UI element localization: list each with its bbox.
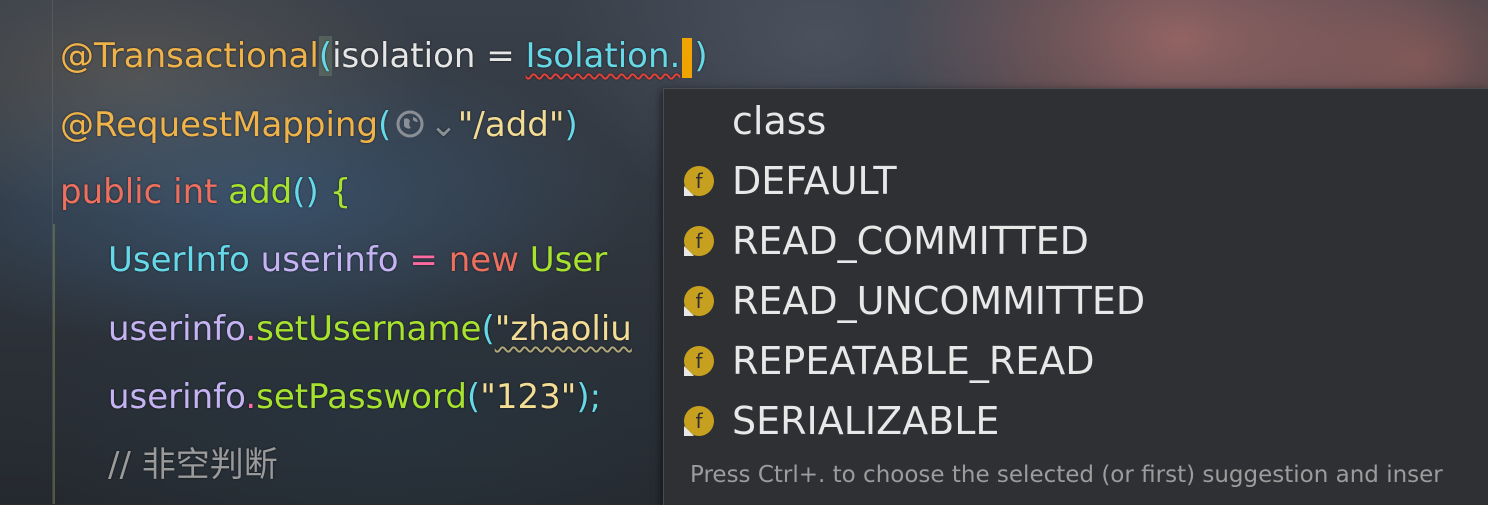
dot-token: . — [245, 377, 257, 417]
svg-text:f: f — [695, 169, 703, 193]
type-token: User — [518, 240, 608, 280]
completion-item[interactable]: f DEFAULT — [664, 151, 1488, 211]
variable-token: userinfo — [108, 309, 246, 349]
completion-item-label: SERIALIZABLE — [732, 399, 1000, 443]
method-name-token: setUsername — [256, 309, 482, 349]
svg-text:f: f — [695, 409, 703, 433]
svg-text:f: f — [695, 229, 703, 253]
code-line-1[interactable]: @Transactional(isolation = Isolation.) — [60, 30, 708, 82]
annotation-token: @Transactional — [60, 36, 319, 76]
variable-token: userinfo — [108, 377, 246, 417]
keyword-token: new — [448, 240, 519, 280]
paren-token: ) — [564, 105, 578, 145]
string-token: "123" — [480, 377, 577, 417]
paren-token: ( — [466, 377, 481, 417]
enum-constant-icon: f — [684, 346, 714, 376]
paren-token: ( — [318, 36, 333, 76]
enum-constant-icon: f — [684, 406, 714, 436]
operator-token: = — [475, 36, 526, 76]
completion-popup[interactable]: class f DEFAULT f READ_COMMITTED f READ_… — [663, 88, 1488, 505]
code-line-3[interactable]: public int add() { — [60, 166, 351, 218]
enum-constant-icon: f — [684, 226, 714, 256]
svg-text:f: f — [695, 289, 703, 313]
completion-item[interactable]: class — [664, 91, 1488, 151]
code-line-6[interactable]: userinfo.setPassword("123"); — [108, 371, 601, 423]
comment-token: // 非空判断 — [108, 445, 278, 485]
brace-token: { — [318, 172, 352, 212]
globe-icon[interactable] — [395, 109, 425, 139]
completion-item[interactable]: f SERIALIZABLE — [664, 391, 1488, 451]
completion-item-label: REPEATABLE_READ — [732, 339, 1095, 383]
code-line-4[interactable]: UserInfo userinfo = new User — [108, 234, 607, 286]
param-token: isolation — [332, 36, 476, 76]
enum-constant-icon: f — [684, 166, 714, 196]
dot-token: . — [245, 309, 257, 349]
paren-token: ) — [694, 36, 708, 76]
paren-token: () — [292, 172, 319, 212]
method-name-token: add — [228, 172, 293, 212]
svg-text:f: f — [695, 349, 703, 373]
string-token: "/add" — [457, 105, 565, 145]
code-line-7[interactable]: // 非空判断 — [108, 439, 278, 491]
keyword-token: public — [60, 172, 163, 212]
enum-ref-token: Isolation. — [525, 36, 681, 76]
method-name-token: setPassword — [256, 377, 467, 417]
enum-constant-icon: f — [684, 286, 714, 316]
completion-item-label: READ_COMMITTED — [732, 219, 1089, 263]
completion-item-label: class — [732, 99, 827, 143]
completion-hint: Press Ctrl+. to choose the selected (or … — [690, 462, 1443, 488]
chevron-down-icon[interactable]: ⌄ — [429, 105, 458, 145]
paren-token: ( — [481, 309, 495, 349]
type-token: UserInfo — [108, 240, 250, 280]
completion-item[interactable]: f READ_UNCOMMITTED — [664, 271, 1488, 331]
variable-token: userinfo — [249, 240, 399, 280]
operator-token: = — [398, 240, 449, 280]
code-line-5[interactable]: userinfo.setUsername("zhaoliu — [108, 303, 632, 355]
text-caret — [682, 37, 693, 78]
code-line-2[interactable]: @RequestMapping( ⌄"/add") — [60, 99, 578, 151]
completion-item-label: DEFAULT — [732, 159, 897, 203]
completion-item-label: READ_UNCOMMITTED — [732, 279, 1146, 323]
paren-token: ); — [576, 377, 602, 417]
paren-token: ( — [378, 105, 392, 145]
keyword-token: int — [162, 172, 229, 212]
annotation-token: @RequestMapping — [60, 105, 379, 145]
completion-item[interactable]: f REPEATABLE_READ — [664, 331, 1488, 391]
completion-item[interactable]: f READ_COMMITTED — [664, 211, 1488, 271]
string-token: "zhaoliu — [494, 309, 632, 349]
